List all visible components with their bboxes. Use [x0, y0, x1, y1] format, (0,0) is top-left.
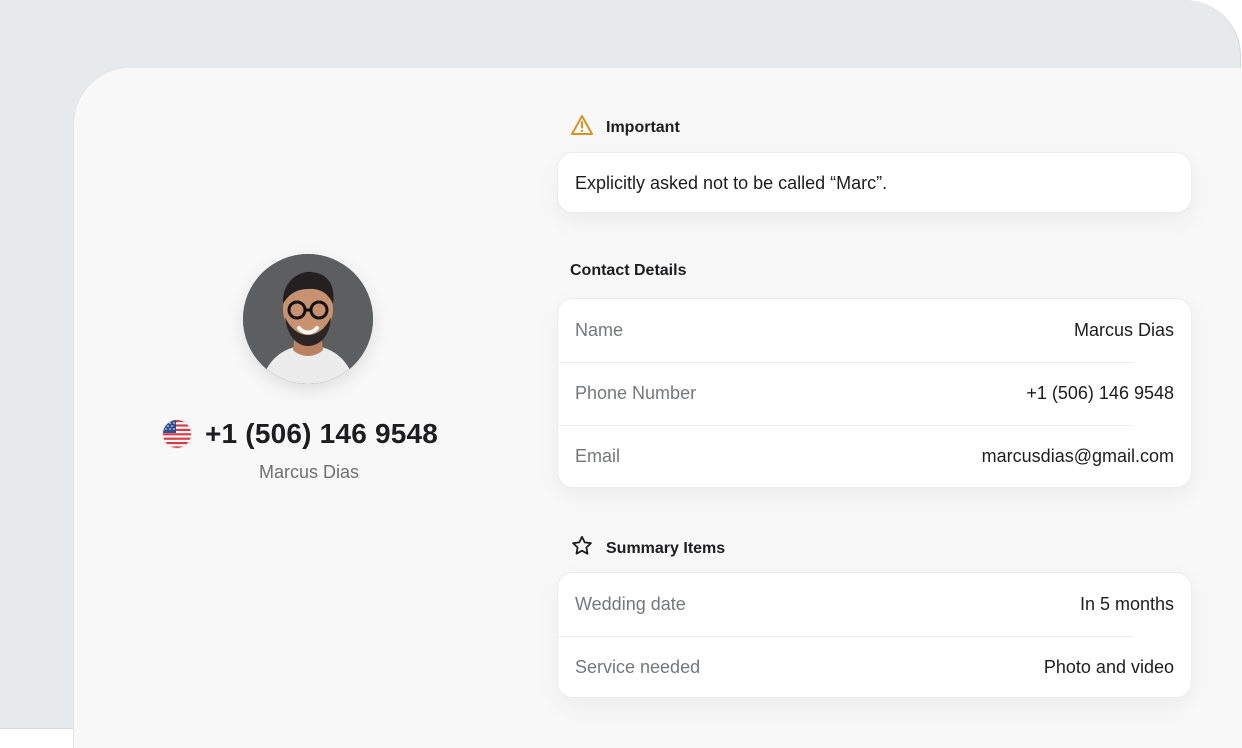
us-flag-icon: [163, 420, 191, 448]
contact-value-phone: +1 (506) 146 9548: [1026, 383, 1174, 403]
summary-value-service-needed: Photo and video: [1043, 657, 1174, 677]
summary-value-wedding-date: In 5 months: [1079, 594, 1174, 614]
important-title: Important: [606, 118, 680, 136]
summary-items-card: Wedding date In 5 months Service needed …: [557, 572, 1192, 698]
primary-phone-number: +1 (506) 146 9548: [205, 418, 439, 449]
contact-label-name: Name: [575, 320, 624, 340]
summary-items-title: Summary Items: [606, 539, 726, 557]
contact-row-email[interactable]: Email marcusdias@gmail.com: [558, 425, 1191, 487]
contact-row-name[interactable]: Name Marcus Dias: [558, 299, 1191, 362]
contact-label-email: Email: [575, 446, 621, 466]
summary-row-wedding-date[interactable]: Wedding date In 5 months: [558, 573, 1191, 636]
summary-row-service-needed[interactable]: Service needed Photo and video: [558, 636, 1191, 697]
summary-label-wedding-date: Wedding date: [575, 594, 686, 614]
primary-phone-row: +1 (506) 146 9548: [163, 416, 438, 452]
contact-value-email: marcusdias@gmail.com: [981, 446, 1174, 466]
contact-details-title: Contact Details: [570, 262, 687, 279]
contact-name-subtitle: Marcus Dias: [258, 462, 360, 482]
warning-triangle-icon: [570, 114, 594, 141]
contact-row-phone[interactable]: Phone Number +1 (506) 146 9548: [558, 362, 1191, 425]
summary-items-header: Summary Items: [570, 534, 725, 563]
important-note-text: Explicitly asked not to be called “Marc”…: [575, 172, 888, 193]
contact-details-header: Contact Details: [570, 262, 686, 280]
profile-section: +1 (506) 146 9548 Marcus Dias: [74, 68, 544, 730]
avatar: [243, 254, 373, 384]
contact-label-phone: Phone Number: [575, 383, 697, 403]
important-note-card: Explicitly asked not to be called “Marc”…: [557, 152, 1192, 213]
summary-label-service-needed: Service needed: [575, 657, 701, 677]
star-outline-icon: [570, 534, 594, 563]
important-header: Important: [570, 114, 680, 141]
contact-details-card: Name Marcus Dias Phone Number +1 (506) 1…: [557, 298, 1192, 488]
contact-value-name: Marcus Dias: [1073, 320, 1174, 340]
